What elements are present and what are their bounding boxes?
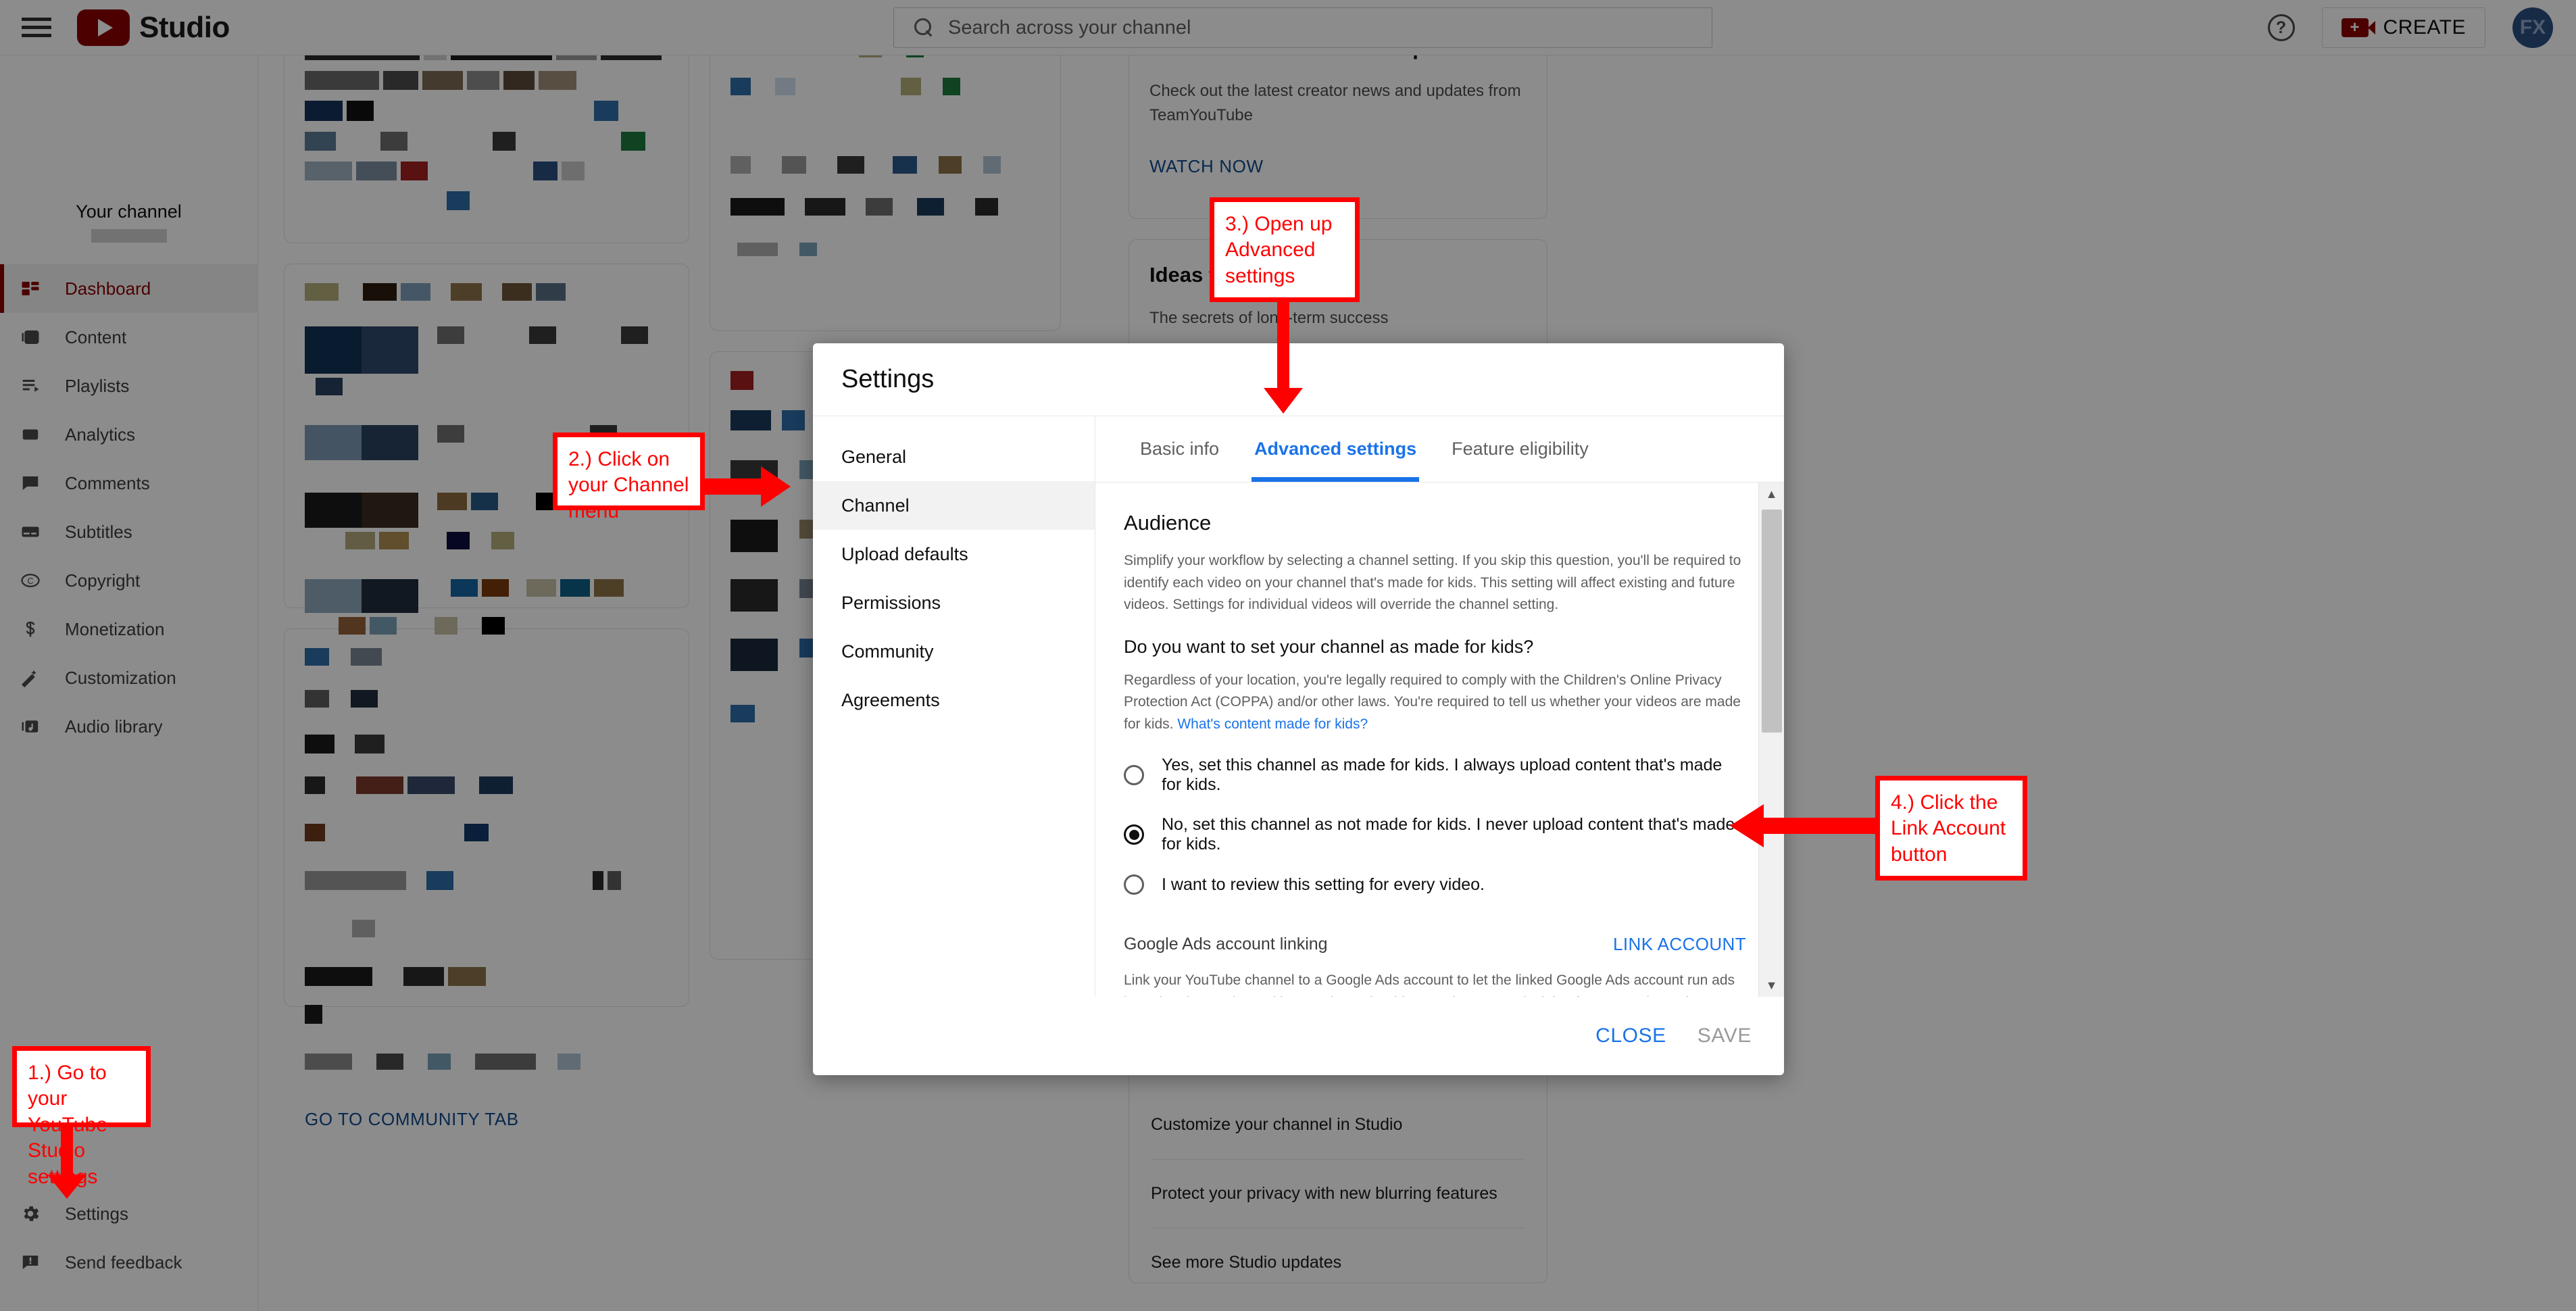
dialog-title: Settings	[841, 365, 935, 393]
radio-option-yes[interactable]: Yes, set this channel as made for kids. …	[1124, 756, 1746, 795]
whats-content-made-for-kids-link[interactable]: What's content made for kids?	[1177, 716, 1368, 732]
scroll-up-arrow-icon[interactable]: ▲	[1759, 483, 1784, 505]
annotation-3-arrow-icon	[1264, 300, 1303, 414]
radio-icon	[1124, 765, 1144, 786]
annotation-2: 2.) Click on your Channel menu	[553, 432, 705, 522]
google-ads-title: Google Ads account linking	[1124, 935, 1328, 954]
settings-tabs: Basic info Advanced settings Feature eli…	[1095, 416, 1784, 483]
settings-nav-permissions[interactable]: Permissions	[813, 578, 1095, 627]
radio-label: No, set this channel as not made for kid…	[1162, 815, 1735, 854]
annotation-2-arrow-icon	[696, 466, 791, 507]
scroll-down-arrow-icon[interactable]: ▼	[1759, 974, 1784, 997]
audience-description: Simplify your workflow by selecting a ch…	[1124, 553, 1741, 613]
settings-nav-channel[interactable]: Channel	[813, 481, 1095, 530]
settings-dialog: Settings General Channel Upload defaults…	[813, 343, 1784, 1075]
settings-nav: General Channel Upload defaults Permissi…	[813, 416, 1095, 997]
settings-content: Basic info Advanced settings Feature eli…	[1095, 416, 1784, 997]
advanced-settings-panel: Audience Simplify your workflow by selec…	[1095, 483, 1784, 997]
settings-nav-community[interactable]: Community	[813, 627, 1095, 676]
tab-basic-info[interactable]: Basic info	[1122, 416, 1237, 482]
annotation-4: 4.) Click the Link Account button	[1875, 776, 2027, 881]
google-ads-body: Link your YouTube channel to a Google Ad…	[1124, 972, 1735, 997]
tab-feature-eligibility[interactable]: Feature eligibility	[1434, 416, 1606, 482]
audience-heading: Audience	[1124, 511, 1212, 535]
dialog-footer: CLOSE SAVE	[813, 997, 1784, 1075]
save-button[interactable]: SAVE	[1698, 1024, 1752, 1047]
google-ads-description: Link your YouTube channel to a Google Ad…	[1124, 970, 1746, 997]
radio-label: Yes, set this channel as made for kids. …	[1162, 756, 1723, 795]
google-ads-header: Google Ads account linking LINK ACCOUNT	[1124, 934, 1746, 955]
radio-option-no[interactable]: No, set this channel as not made for kid…	[1124, 815, 1746, 854]
radio-icon	[1124, 874, 1144, 895]
settings-nav-general[interactable]: General	[813, 432, 1095, 481]
annotation-3: 3.) Open up Advanced settings	[1210, 197, 1360, 302]
dialog-body: General Channel Upload defaults Permissi…	[813, 416, 1784, 997]
annotation-1: 1.) Go to your YouTube Studio settings	[12, 1046, 151, 1188]
link-account-button[interactable]: LINK ACCOUNT	[1613, 934, 1746, 955]
tab-advanced-settings[interactable]: Advanced settings	[1237, 416, 1434, 482]
radio-option-review[interactable]: I want to review this setting for every …	[1124, 874, 1746, 895]
settings-nav-agreements[interactable]: Agreements	[813, 676, 1095, 724]
panel-scrollbar[interactable]: ▲ ▼	[1758, 483, 1784, 997]
audience-question: Do you want to set your channel as made …	[1124, 636, 1534, 657]
close-button[interactable]: CLOSE	[1595, 1024, 1666, 1047]
scrollbar-thumb[interactable]	[1762, 510, 1782, 733]
radio-icon-selected	[1124, 824, 1144, 845]
annotation-4-arrow-icon	[1730, 804, 1882, 847]
settings-nav-upload-defaults[interactable]: Upload defaults	[813, 530, 1095, 578]
radio-label: I want to review this setting for every …	[1162, 874, 1485, 894]
coppa-legal-text: Regardless of your location, you're lega…	[1124, 670, 1746, 736]
